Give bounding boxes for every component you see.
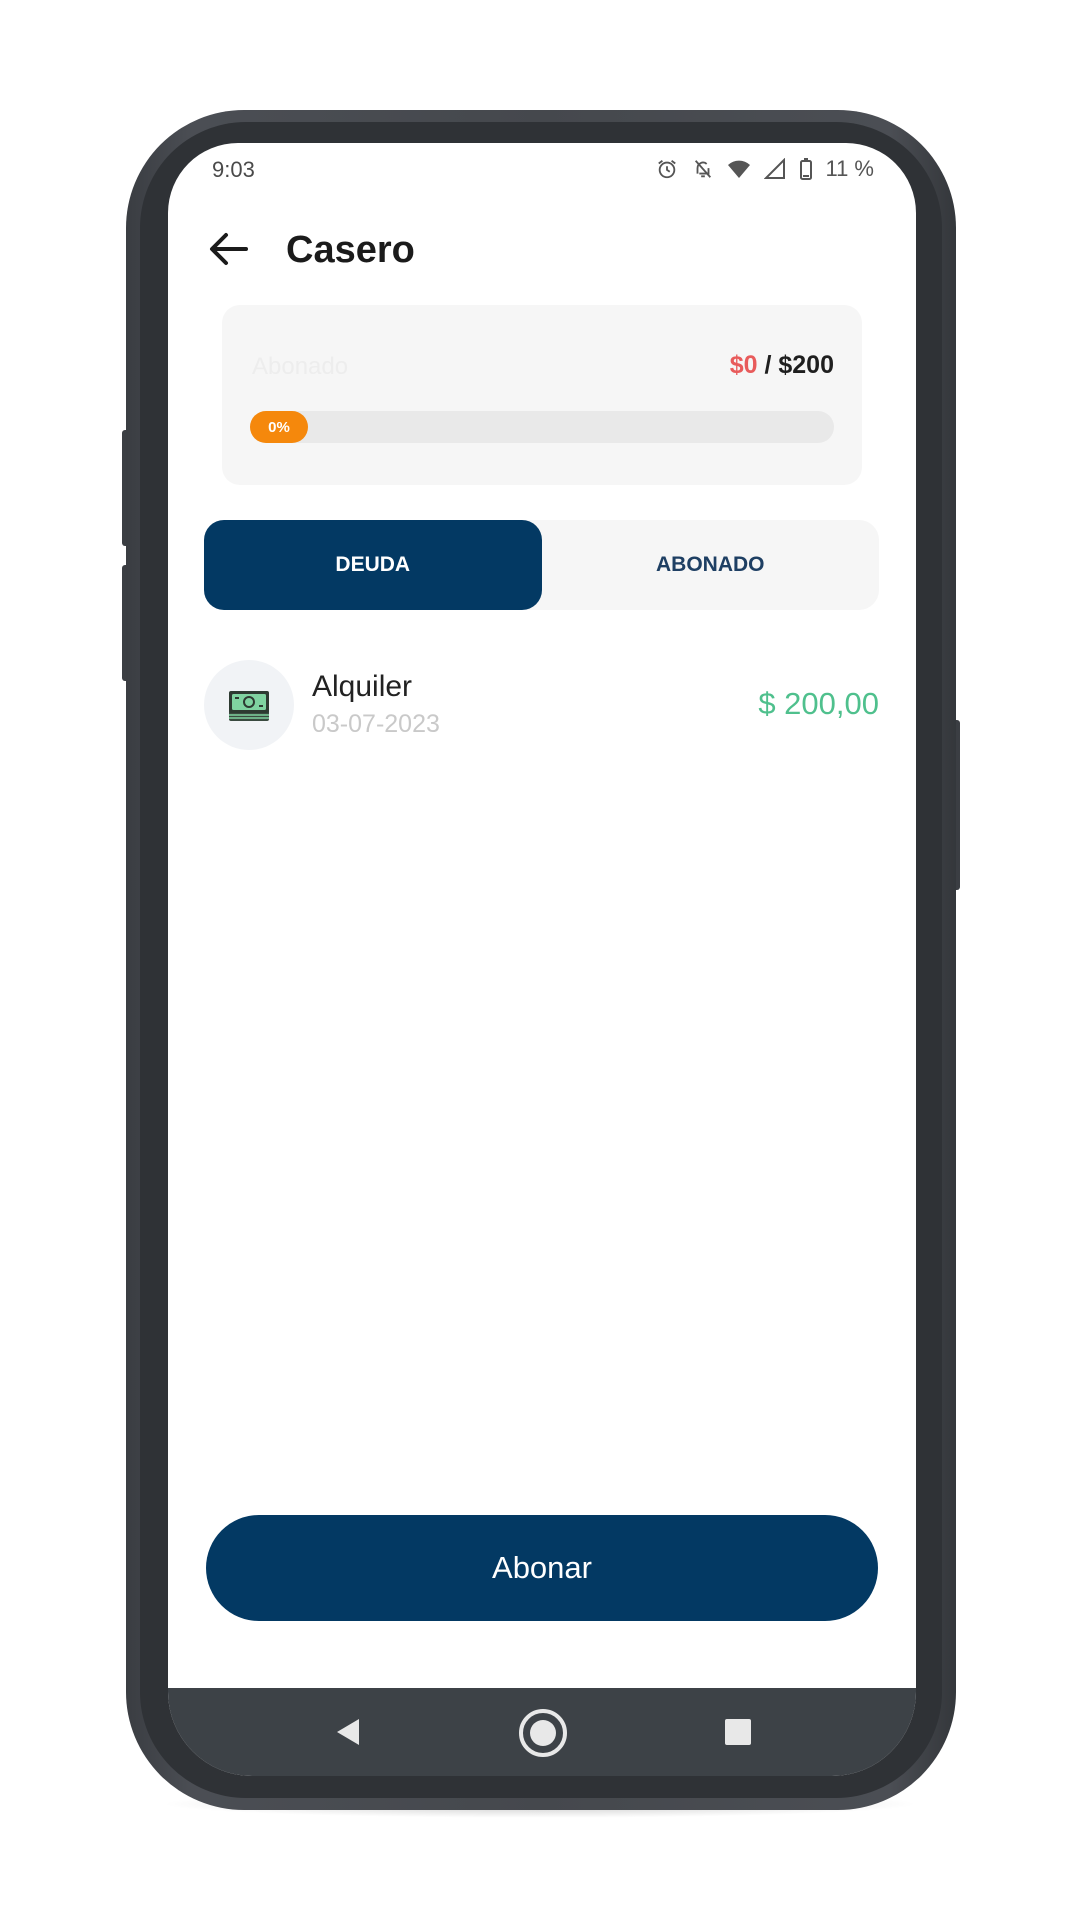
cash-icon	[229, 691, 269, 721]
list-item[interactable]: Alquiler 03-07-2023 $ 200,00	[204, 660, 879, 752]
nav-recent-icon	[725, 1719, 751, 1745]
paid-amount: $0	[729, 351, 758, 379]
signal-icon	[763, 157, 787, 181]
progress-card: Abonado $0 / $200 0%	[222, 305, 862, 485]
item-date: 03-07-2023	[312, 710, 440, 738]
item-name: Alquiler	[312, 670, 413, 703]
arrow-left-icon	[210, 233, 248, 265]
alarm-icon	[655, 157, 679, 181]
card-label: Abonado	[252, 353, 349, 380]
card-amount: $0 / $200	[730, 351, 834, 380]
item-amount: $ 200,00	[758, 686, 879, 721]
nav-home-button[interactable]	[516, 1706, 570, 1760]
nav-recent-button[interactable]	[716, 1710, 760, 1754]
back-button[interactable]	[204, 225, 252, 273]
nav-back-button[interactable]	[326, 1710, 370, 1754]
notifications-off-icon	[691, 157, 715, 181]
page-title: Casero	[286, 229, 415, 271]
tab-switcher: DEUDA ABONADO	[204, 520, 879, 610]
total-amount: $200	[778, 351, 834, 379]
progress-bar: 0%	[250, 411, 834, 443]
nav-home-icon	[519, 1709, 567, 1757]
amount-separator: /	[757, 351, 779, 379]
item-avatar	[204, 660, 294, 750]
wifi-icon	[727, 157, 751, 181]
tab-deuda[interactable]: DEUDA	[204, 520, 542, 610]
progress-fill: 0%	[250, 411, 308, 443]
system-nav-bar	[168, 1688, 916, 1776]
status-time: 9:03	[212, 157, 255, 182]
battery-percentage: 11 %	[825, 156, 874, 181]
stage: 9:03 11 % Casero Abonado $0 / $200 0% DE…	[0, 0, 1080, 1920]
tab-abonado[interactable]: ABONADO	[542, 520, 880, 610]
battery-icon	[799, 157, 813, 181]
abonar-button[interactable]: Abonar	[206, 1515, 878, 1621]
status-icons: 11 %	[655, 155, 874, 183]
progress-label: 0%	[268, 418, 290, 436]
phone-screen: 9:03 11 % Casero Abonado $0 / $200 0% DE…	[168, 143, 916, 1776]
nav-back-icon	[337, 1719, 359, 1745]
